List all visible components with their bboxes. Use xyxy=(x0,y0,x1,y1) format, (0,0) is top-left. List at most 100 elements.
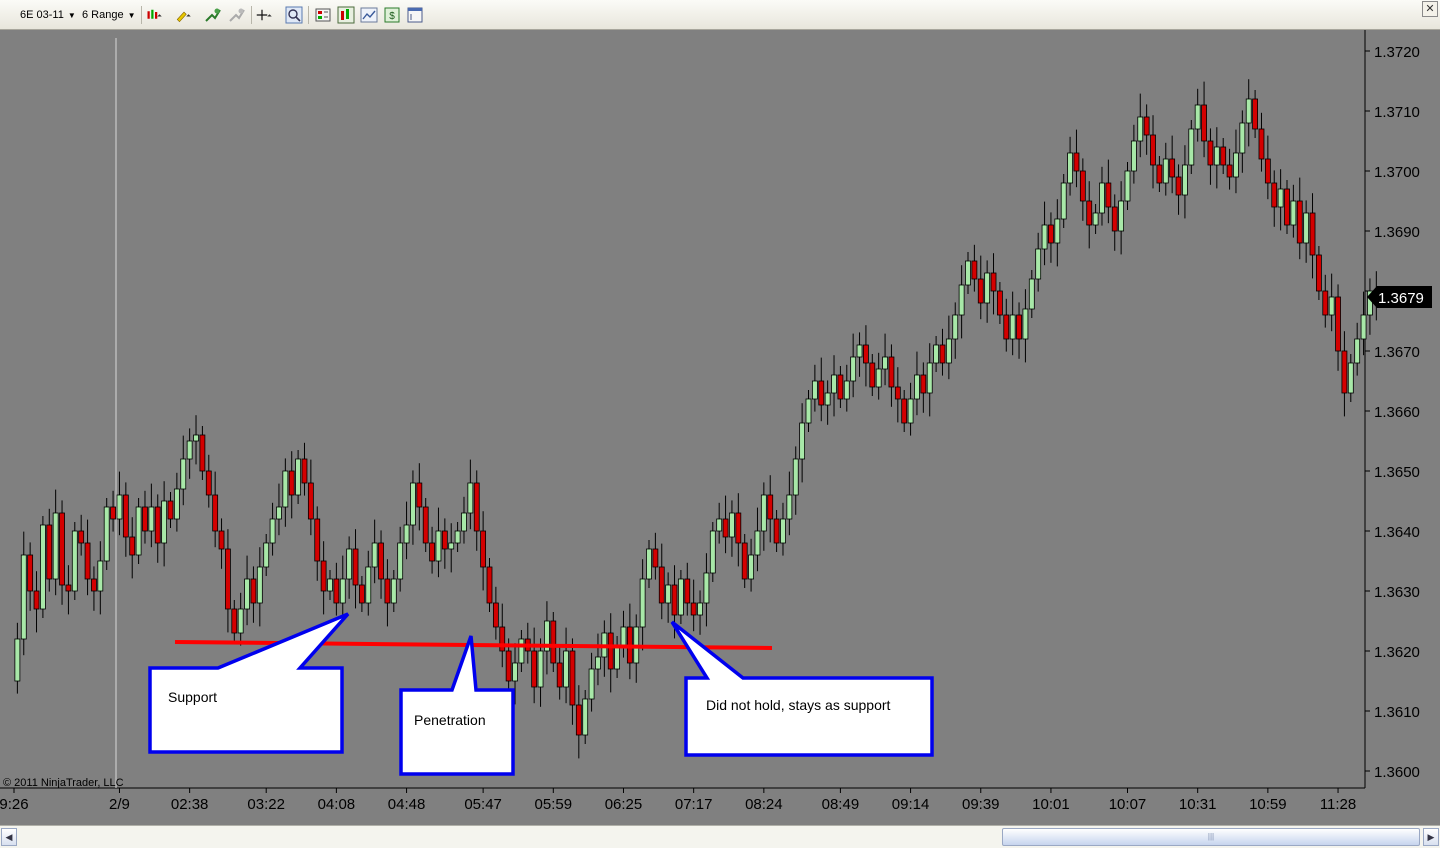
candle-body xyxy=(154,506,161,544)
candle-body xyxy=(977,278,984,304)
candle-body xyxy=(122,494,129,538)
candle-body xyxy=(1341,350,1348,394)
candle-body xyxy=(461,512,467,532)
candle-body xyxy=(448,542,455,550)
instrument-selector[interactable]: 6E 03-11 ▼ xyxy=(16,5,80,25)
candle-body xyxy=(1360,314,1367,340)
candle-body xyxy=(333,578,340,604)
price-chart[interactable]: 1.37201.37101.37001.36901.36801.36701.36… xyxy=(0,30,1440,825)
candle-body xyxy=(307,482,314,520)
candle-body xyxy=(1079,170,1086,202)
drawing-pen-icon[interactable] xyxy=(175,6,199,24)
candle-body xyxy=(1028,278,1035,310)
candle-body xyxy=(799,422,806,460)
candle-body xyxy=(1130,140,1137,172)
data-box-icon[interactable] xyxy=(314,6,332,24)
candle-body xyxy=(173,488,180,520)
candle-body xyxy=(1207,140,1214,166)
time-tick-label: 04:08 xyxy=(318,796,356,813)
candle-body xyxy=(148,506,155,532)
candle-body xyxy=(773,518,780,544)
price-tick-label: 1.3660 xyxy=(1374,404,1420,421)
candle-body xyxy=(697,602,703,616)
strategy-icon[interactable] xyxy=(228,6,246,24)
indicator-icon[interactable] xyxy=(204,6,222,24)
time-tick-label: 10:01 xyxy=(1032,796,1070,813)
time-tick-label: 04:48 xyxy=(388,796,426,813)
candle-body xyxy=(556,662,563,688)
candle-body xyxy=(1303,212,1310,244)
candle-body xyxy=(997,290,1003,316)
candle-body xyxy=(620,626,627,646)
price-tick-label: 1.3710 xyxy=(1374,104,1420,121)
candle-body xyxy=(116,494,123,520)
candle-body xyxy=(767,494,774,520)
candle-body xyxy=(646,548,652,580)
bar-type-icon[interactable] xyxy=(146,6,170,24)
candle-body xyxy=(1092,212,1099,226)
scroll-right-button[interactable]: ▶ xyxy=(1423,828,1439,846)
candle-body xyxy=(1316,254,1322,292)
candle-body xyxy=(180,458,187,490)
candle-body xyxy=(410,482,416,526)
chart-scrollbar[interactable]: ◀ ||| ▶ xyxy=(0,825,1440,848)
candle-body xyxy=(1258,128,1265,160)
time-tick-label: 03:22 xyxy=(247,796,285,813)
candle-body xyxy=(499,626,506,652)
candle-body xyxy=(703,572,710,604)
candle-body xyxy=(811,380,818,400)
candle-body xyxy=(792,458,799,496)
candle-body xyxy=(480,530,487,568)
annotation-text: Penetration xyxy=(414,712,486,728)
toolbar-divider xyxy=(308,6,309,24)
annotation-text: Support xyxy=(168,689,217,705)
candle-body xyxy=(869,362,876,388)
candle-body xyxy=(103,506,110,562)
candle-body xyxy=(435,530,442,562)
candle-body xyxy=(1060,182,1067,220)
zoom-icon[interactable] xyxy=(285,6,303,24)
candle-body xyxy=(205,470,212,496)
candle-body xyxy=(588,668,595,700)
candle-body xyxy=(263,542,270,568)
price-tick-label: 1.3630 xyxy=(1374,584,1420,601)
candle-body xyxy=(1201,104,1207,142)
period-selector[interactable]: 6 Range ▼ xyxy=(78,5,140,25)
candle-body xyxy=(256,566,263,604)
scroll-left-button[interactable]: ◀ xyxy=(1,828,17,846)
candle-body xyxy=(135,506,142,556)
candle-body xyxy=(729,512,735,538)
candle-body xyxy=(237,608,244,634)
candle-body xyxy=(684,578,691,604)
candle-body xyxy=(863,344,869,364)
candle-body xyxy=(1296,200,1303,244)
candle-body xyxy=(1277,188,1284,208)
candle-body xyxy=(971,260,978,280)
candle-body xyxy=(1156,164,1163,184)
close-window-button[interactable]: ✕ xyxy=(1422,1,1438,17)
crosshair-icon[interactable] xyxy=(256,6,280,24)
currency-icon[interactable]: $ xyxy=(383,6,401,24)
window-properties-icon[interactable] xyxy=(406,6,424,24)
chart-trader-icon[interactable] xyxy=(360,6,378,24)
candle-body xyxy=(59,512,65,586)
candle-body xyxy=(20,554,27,640)
candle-body xyxy=(186,440,193,460)
chart-style-icon[interactable] xyxy=(337,6,355,24)
candle-body xyxy=(1054,218,1061,244)
candle-body xyxy=(722,518,729,538)
candle-body xyxy=(965,260,971,286)
candle-body xyxy=(1016,314,1022,340)
candle-body xyxy=(1322,290,1329,316)
scroll-thumb[interactable]: ||| xyxy=(1002,828,1420,846)
candle-body xyxy=(1022,308,1029,340)
candle-body xyxy=(371,542,378,568)
candle-body xyxy=(384,578,391,604)
period-label: 6 Range xyxy=(82,9,124,21)
candle-body xyxy=(301,458,308,484)
candle-body xyxy=(1073,152,1080,172)
price-tick-label: 1.3700 xyxy=(1374,164,1420,181)
annotation-text: Did not hold, stays as support xyxy=(706,697,891,713)
toolbar-divider xyxy=(141,6,142,24)
candle-body xyxy=(505,650,512,682)
